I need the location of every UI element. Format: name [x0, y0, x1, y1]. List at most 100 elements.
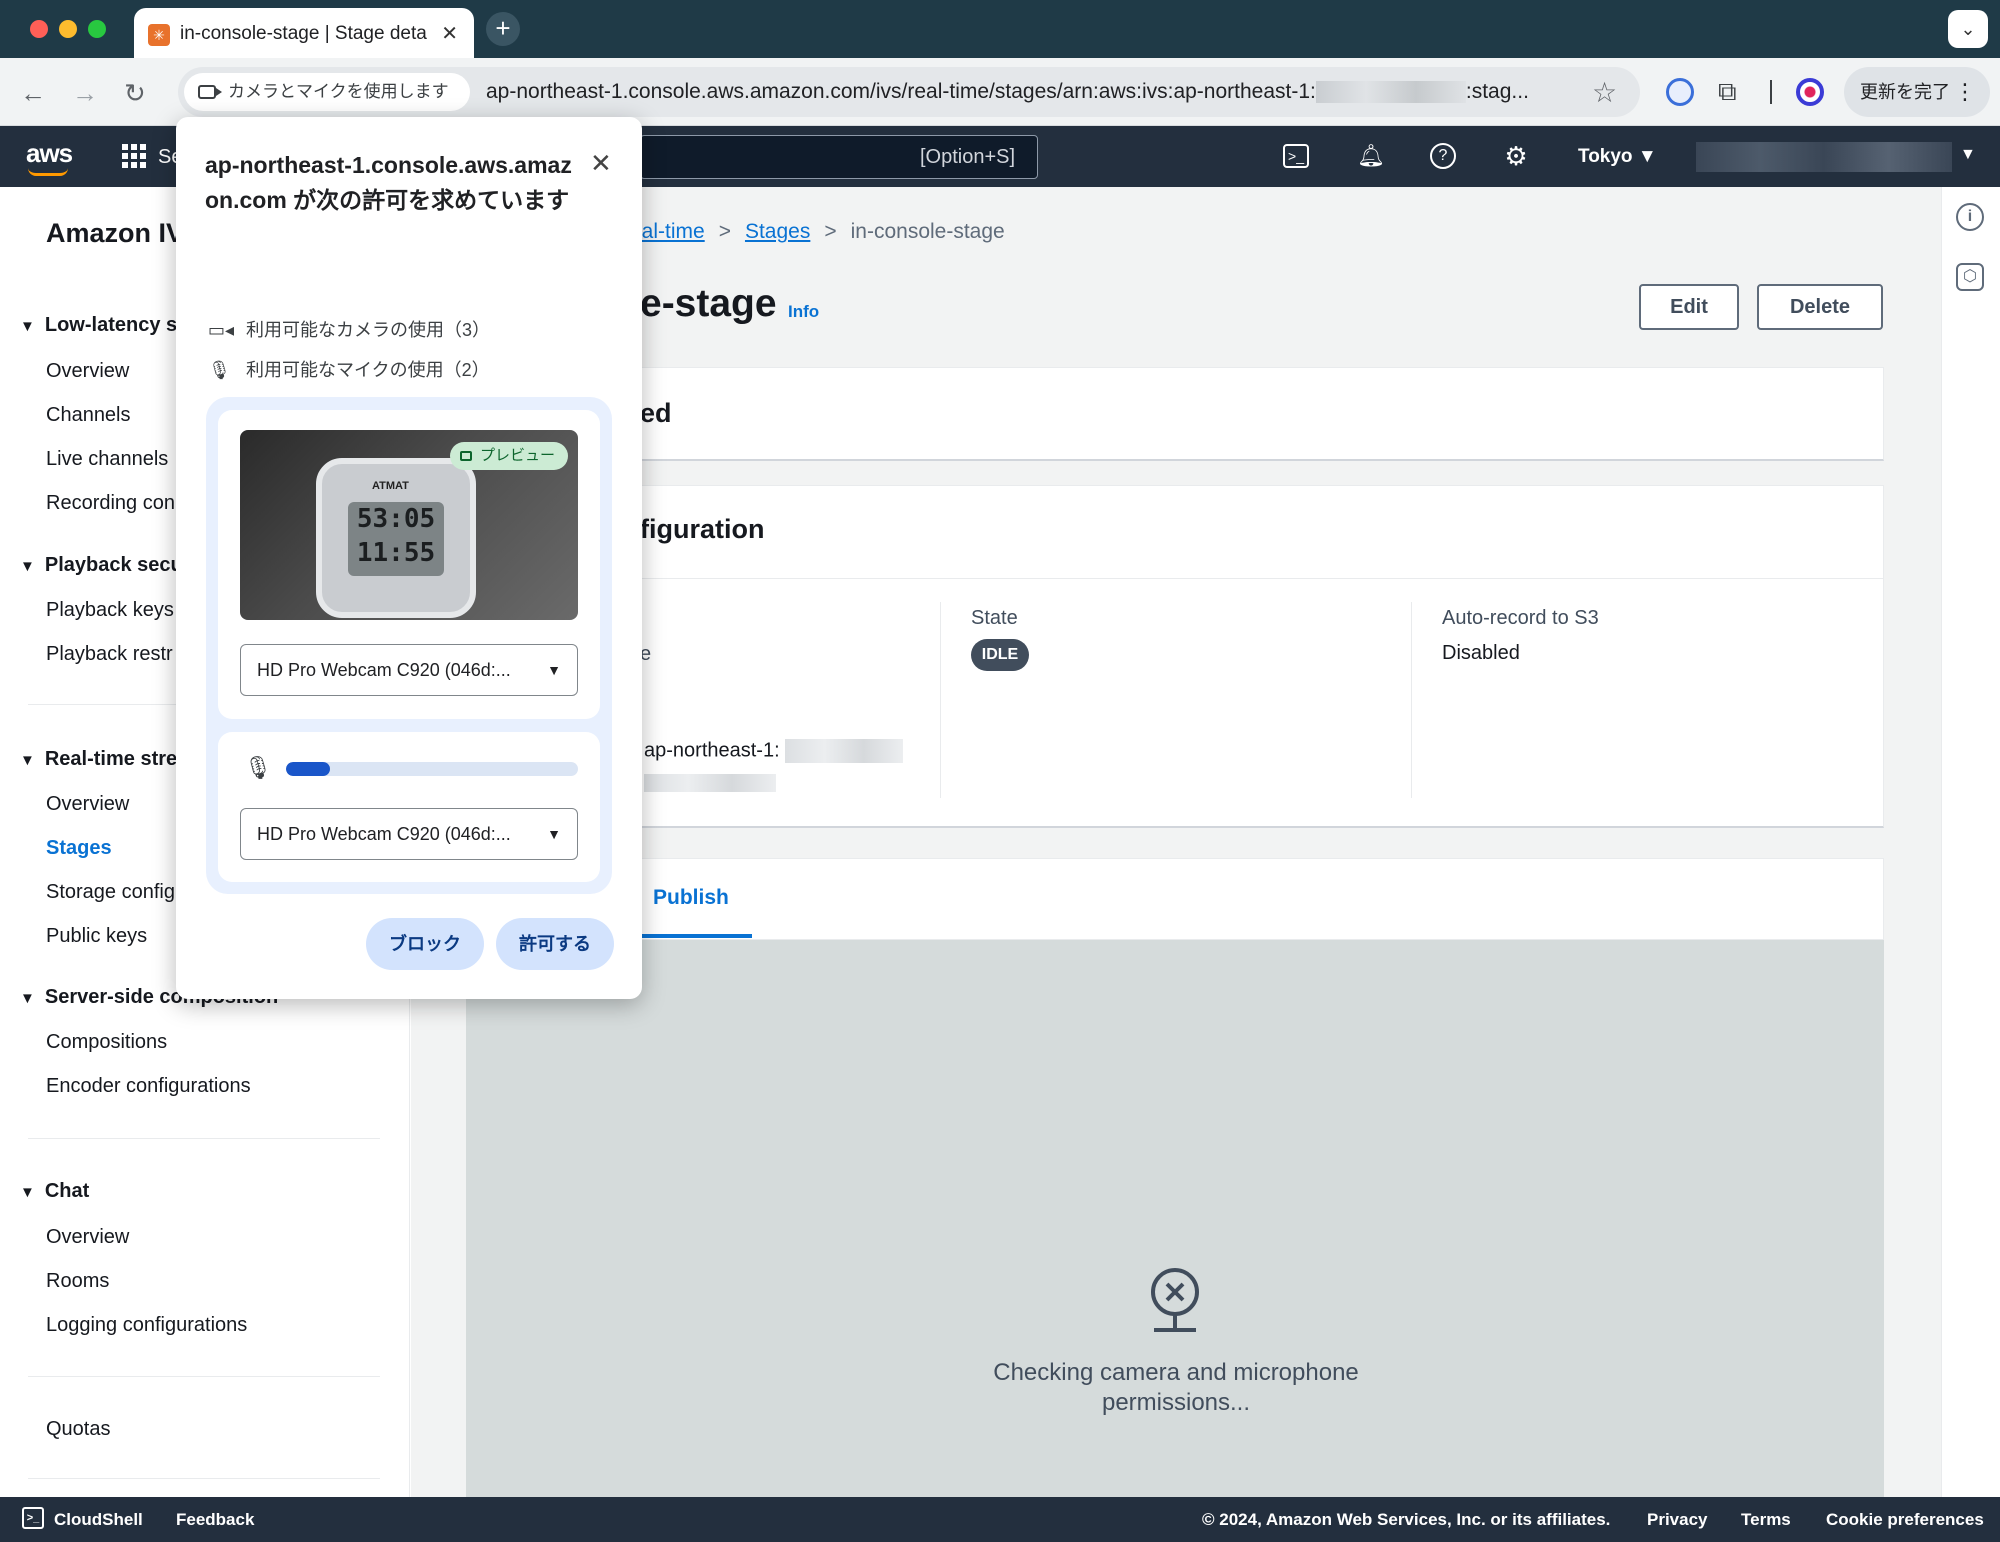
- camera-select[interactable]: HD Pro Webcam C920 (046d:... ▼: [240, 644, 578, 696]
- sidebar-section-real-time[interactable]: ▼ Real-time stre: [20, 748, 177, 771]
- preview-badge: プレビュー: [450, 442, 568, 470]
- camera-permission-chip[interactable]: カメラとマイクを使用しますか？: [184, 73, 470, 139]
- allow-button[interactable]: 許可する: [496, 918, 614, 970]
- sidebar-section-label: Real-time stre: [44, 748, 178, 770]
- video-camera-icon: [460, 451, 472, 461]
- expand-triangle-icon: ▼: [20, 1184, 35, 1201]
- panel-divider: [467, 578, 1883, 579]
- sidebar-item-logging-configurations[interactable]: Logging configurations: [46, 1314, 247, 1337]
- page-title: e-stage: [640, 282, 777, 325]
- arn-fragment: ap-northeast-1:: [644, 739, 780, 762]
- minimize-window-button[interactable]: [59, 20, 77, 38]
- permission-dialog-heading: ap-northeast-1.console.aws.amazon.com が次…: [205, 152, 572, 213]
- chevron-down-icon: ▼: [547, 662, 561, 678]
- info-panel-icon[interactable]: i: [1956, 203, 1984, 231]
- edit-button[interactable]: Edit: [1639, 284, 1739, 330]
- privacy-link[interactable]: Privacy: [1647, 1510, 1708, 1530]
- sidebar-item-chat-overview[interactable]: Overview: [46, 1226, 129, 1249]
- maximize-window-button[interactable]: [88, 20, 106, 38]
- sidebar-item-public-keys[interactable]: Public keys: [46, 925, 147, 948]
- sidebar-item-overview[interactable]: Overview: [46, 793, 129, 816]
- expand-triangle-icon: ▼: [20, 752, 35, 769]
- cloudshell-footer-icon[interactable]: >_: [22, 1507, 44, 1529]
- sidebar-section-label: Playback secu: [44, 554, 183, 576]
- resources-hexagon-icon[interactable]: ⬡: [1956, 263, 1984, 291]
- block-button[interactable]: ブロック: [366, 918, 484, 970]
- sidebar-item-playback-keys[interactable]: Playback keys: [46, 599, 174, 622]
- sidebar-item-channels[interactable]: Channels: [46, 404, 131, 427]
- breadcrumb-current: in-console-stage: [850, 220, 1005, 243]
- terms-link[interactable]: Terms: [1741, 1510, 1791, 1530]
- kebab-menu-icon[interactable]: ⋮: [1954, 67, 1976, 117]
- update-button[interactable]: 更新を完了 ⋮: [1844, 67, 1990, 117]
- tab-close-icon[interactable]: ✕: [441, 21, 458, 46]
- cloudshell-link[interactable]: CloudShell: [54, 1510, 143, 1530]
- microphone-select[interactable]: HD Pro Webcam C920 (046d:... ▼: [240, 808, 578, 860]
- sidebar-item-quotas[interactable]: Quotas: [46, 1418, 110, 1441]
- tab-title: in-console-stage | Stage deta: [180, 23, 427, 44]
- microphone-select-value: HD Pro Webcam C920 (046d:...: [257, 824, 511, 844]
- aws-logo-text: aws: [26, 138, 73, 168]
- info-link[interactable]: Info: [788, 302, 819, 322]
- tab-publish[interactable]: Publish: [653, 886, 729, 910]
- close-window-button[interactable]: [30, 20, 48, 38]
- state-badge: IDLE: [971, 639, 1029, 671]
- microphone-icon: 🎙︎: [208, 360, 231, 380]
- password-manager-extension-icon[interactable]: [1666, 78, 1694, 106]
- sidebar-item-encoder-configurations[interactable]: Encoder configurations: [46, 1075, 251, 1098]
- reload-icon[interactable]: ↻: [124, 78, 146, 109]
- sidebar-item-playback-restrictions[interactable]: Playback restr: [46, 643, 173, 666]
- url-text[interactable]: ap-northeast-1.console.aws.amazon.com/iv…: [486, 80, 1566, 104]
- settings-gear-icon[interactable]: ⚙: [1503, 143, 1529, 169]
- services-grid-icon[interactable]: [122, 144, 146, 168]
- feedback-link[interactable]: Feedback: [176, 1510, 254, 1530]
- tab-search-chevron-icon[interactable]: ⌄: [1948, 10, 1988, 48]
- breadcrumb-stages[interactable]: Stages: [745, 220, 810, 243]
- permission-check-message: Checking camera and microphone permissio…: [993, 1359, 1359, 1416]
- browser-tab[interactable]: ✳ in-console-stage | Stage deta ✕: [134, 8, 474, 58]
- camera-select-value: HD Pro Webcam C920 (046d:...: [257, 660, 511, 680]
- sidebar-section-chat[interactable]: ▼ Chat: [20, 1180, 89, 1203]
- status-panel: [466, 367, 1884, 461]
- account-menu-redacted[interactable]: [1696, 142, 1952, 172]
- forward-arrow-icon[interactable]: →: [72, 78, 98, 109]
- cookie-preferences-link[interactable]: Cookie preferences: [1826, 1510, 1984, 1530]
- sidebar-section-label: Chat: [44, 1180, 90, 1202]
- back-arrow-icon[interactable]: ←: [20, 78, 46, 109]
- bookmark-star-icon[interactable]: ☆: [1592, 76, 1617, 109]
- close-icon[interactable]: ✕: [590, 148, 612, 179]
- profile-avatar-icon[interactable]: [1796, 78, 1824, 106]
- cloudshell-icon[interactable]: >_: [1283, 144, 1309, 168]
- sidebar-item-overview[interactable]: Overview: [46, 360, 129, 383]
- sidebar-item-recording-configurations[interactable]: Recording con: [46, 492, 175, 515]
- sidebar-item-stages[interactable]: Stages: [46, 837, 112, 860]
- extensions-puzzle-icon[interactable]: ⧉: [1718, 76, 1737, 108]
- help-icon[interactable]: ?: [1430, 143, 1456, 169]
- sidebar-section-low-latency[interactable]: ▼ Low-latency s: [20, 314, 177, 337]
- aws-logo[interactable]: aws: [26, 138, 73, 176]
- redacted-account-id: [1315, 81, 1466, 104]
- region-selector[interactable]: Tokyo ▼: [1578, 146, 1657, 168]
- configuration-panel-title: figuration: [640, 514, 765, 544]
- video-camera-icon: ▭◂: [208, 320, 235, 340]
- sidebar-section-playback-security[interactable]: ▼ Playback secu: [20, 554, 183, 577]
- auto-record-label: Auto-record to S3: [1442, 607, 1599, 629]
- account-caret-icon[interactable]: ▼: [1960, 146, 1976, 164]
- sidebar-item-live-channels[interactable]: Live channels: [46, 448, 168, 471]
- sidebar-item-rooms[interactable]: Rooms: [46, 1270, 109, 1293]
- clock-line-2: 11:55: [356, 538, 436, 568]
- sidebar-title[interactable]: Amazon IV: [46, 218, 184, 249]
- expand-triangle-icon: ▼: [20, 318, 35, 335]
- notifications-bell-icon[interactable]: 🔔︎: [1357, 143, 1385, 169]
- preview-clock-display: 53:05 11:55: [348, 502, 444, 576]
- sidebar-divider: [28, 1138, 380, 1139]
- redacted-arn: [785, 739, 904, 763]
- aws-smile-icon: [28, 168, 68, 176]
- sidebar-item-storage-configurations[interactable]: Storage config: [46, 881, 175, 904]
- mic-permission-text: 利用可能なマイクの使用（2）: [246, 360, 490, 380]
- delete-button[interactable]: Delete: [1757, 284, 1883, 330]
- breadcrumb-separator-icon: >: [718, 220, 731, 243]
- sidebar-item-compositions[interactable]: Compositions: [46, 1031, 167, 1054]
- breadcrumb-separator-icon: >: [824, 220, 837, 243]
- new-tab-button[interactable]: +: [486, 12, 520, 46]
